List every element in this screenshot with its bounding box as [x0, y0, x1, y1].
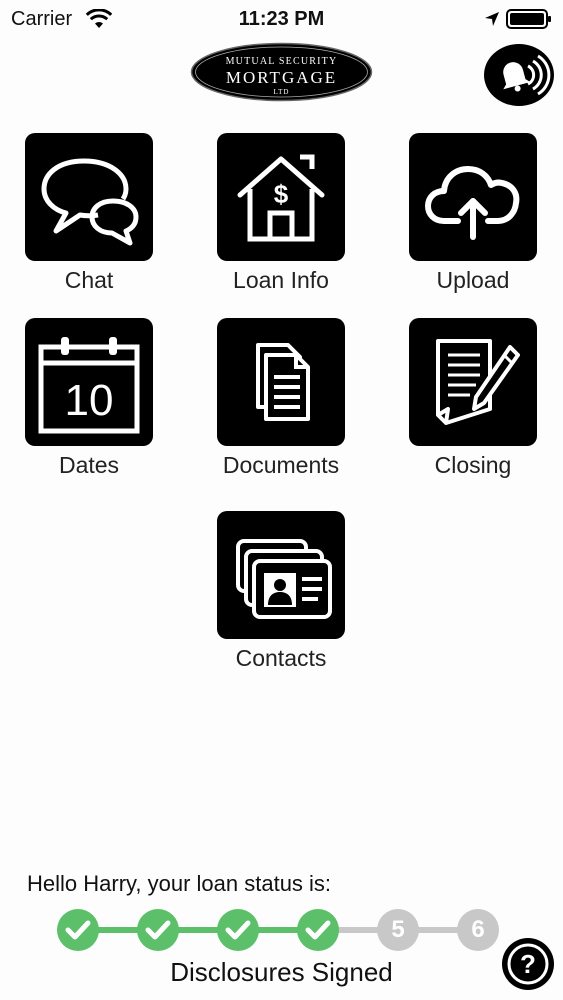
- help-button[interactable]: ?: [502, 938, 554, 990]
- checkmark-icon: [65, 920, 91, 940]
- chat-label: Chat: [64, 267, 114, 293]
- location-arrow-icon: [485, 12, 499, 26]
- closing-tile-icon-box: [409, 318, 537, 446]
- loan-info-tile[interactable]: $ Loan Info: [206, 133, 356, 294]
- documents-label: Documents: [222, 452, 340, 478]
- documents-tile[interactable]: Documents: [206, 318, 356, 479]
- closing-label: Closing: [434, 452, 512, 478]
- closing-tile[interactable]: Closing: [398, 318, 548, 479]
- step-5-pending: 5: [377, 909, 419, 951]
- step-4-complete: [297, 909, 339, 951]
- mutual-security-mortgage-logo: MUTUAL SECURITY MORTGAGE LTD: [190, 42, 373, 102]
- cloud-upload-icon: [425, 166, 520, 240]
- sound-notification-button[interactable]: [484, 44, 554, 106]
- upload-tile-icon-box: [409, 133, 537, 261]
- current-step-label: Disclosures Signed: [170, 957, 393, 987]
- step-1-complete: [57, 909, 99, 951]
- dates-label: Dates: [58, 452, 120, 478]
- loan-status-greeting: Hello Harry, your loan status is:: [27, 871, 332, 896]
- bell-sound-icon: [503, 54, 551, 96]
- contacts-tile[interactable]: Contacts: [206, 511, 356, 672]
- document-pen-icon: [436, 339, 520, 425]
- step-6-pending: 6: [457, 909, 499, 951]
- chat-tile[interactable]: Chat: [14, 133, 164, 294]
- step-2-complete: [137, 909, 179, 951]
- loan-progress-tracker: 5 6: [0, 905, 563, 953]
- contacts-label: Contacts: [235, 645, 327, 671]
- checkmark-icon: [305, 920, 331, 940]
- svg-text:?: ?: [520, 949, 536, 979]
- loan-info-label: Loan Info: [233, 267, 329, 293]
- calendar-number: 10: [65, 376, 114, 425]
- logo-text-top: MUTUAL SECURITY: [226, 56, 338, 67]
- battery-icon: [506, 9, 551, 29]
- svg-text:$: $: [274, 179, 289, 209]
- checkmark-icon: [225, 920, 251, 940]
- question-mark-icon: ?: [507, 943, 549, 985]
- checkmark-icon: [145, 920, 171, 940]
- logo-text-sub: LTD: [274, 88, 290, 96]
- contacts-tile-icon-box: [217, 511, 345, 639]
- loan-info-tile-icon-box: $: [217, 133, 345, 261]
- chat-bubbles-icon: [41, 158, 139, 246]
- dates-tile-icon-box: 10: [25, 318, 153, 446]
- progress-line-complete: [80, 927, 320, 933]
- calendar-icon: 10: [38, 337, 140, 434]
- chat-tile-icon-box: [25, 133, 153, 261]
- status-bar: Carrier 11:23 PM: [0, 0, 563, 40]
- upload-tile[interactable]: Upload: [398, 133, 548, 294]
- upload-label: Upload: [436, 267, 510, 293]
- documents-tile-icon-box: [217, 318, 345, 446]
- house-dollar-icon: $: [237, 154, 325, 242]
- documents-icon: [256, 343, 310, 421]
- status-time: 11:23 PM: [238, 8, 325, 30]
- logo-text-main: MORTGAGE: [226, 68, 337, 87]
- step-3-complete: [217, 909, 259, 951]
- contact-cards-icon: [236, 539, 332, 619]
- dates-tile[interactable]: 10 Dates: [14, 318, 164, 479]
